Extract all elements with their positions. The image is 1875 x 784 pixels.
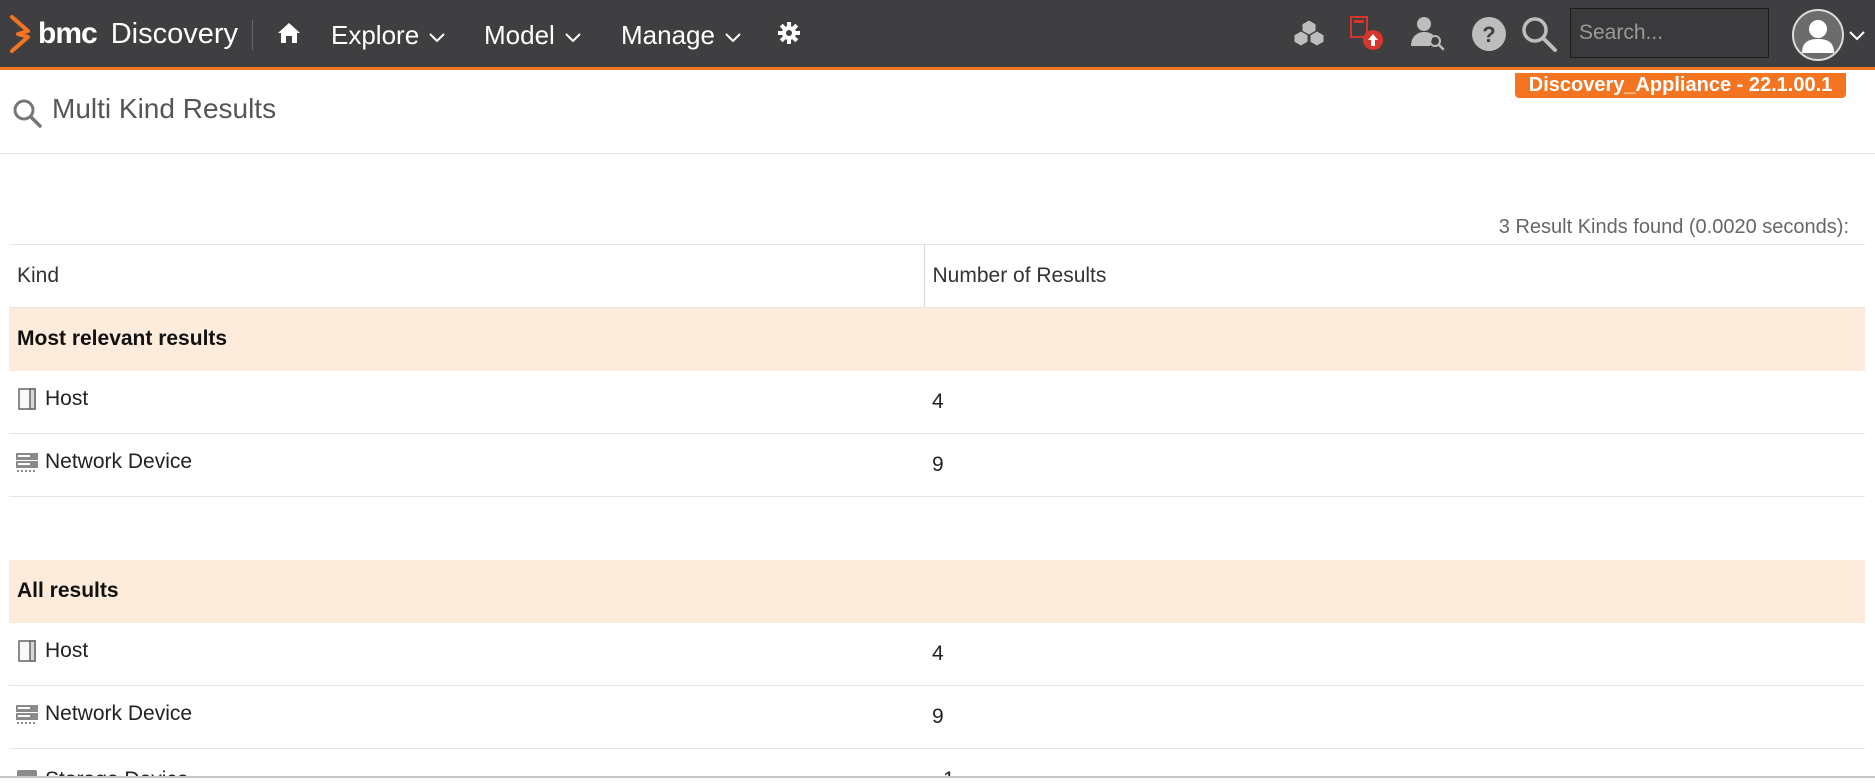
kind-label: Storage Device (45, 768, 189, 776)
nav-explore-label: Explore (331, 19, 420, 50)
search-input[interactable] (1570, 8, 1769, 58)
logo-product-text: Discovery (110, 17, 238, 50)
column-header-kind[interactable]: Kind (9, 244, 925, 308)
kind-link-network-device[interactable]: Network Device (15, 702, 192, 726)
home-icon[interactable] (276, 20, 302, 46)
chevron-down-icon (429, 33, 445, 43)
table-row: Host 4 (9, 370, 1865, 434)
user-avatar[interactable] (1792, 9, 1844, 61)
upload-alert-icon[interactable] (1347, 14, 1385, 52)
page-title: Multi Kind Results (52, 93, 277, 124)
result-summary: 3 Result Kinds found (0.0020 seconds): (1498, 216, 1849, 238)
viewport-bottom-border (0, 776, 1875, 778)
top-navigation-bar: bmc Discovery Explore Model Manage ? Sea… (0, 0, 1875, 70)
group-spacer (9, 497, 1865, 560)
result-count[interactable]: 4 (924, 622, 1865, 686)
nav-manage-label: Manage (621, 19, 715, 50)
search-icon (13, 99, 42, 128)
logo-divider (252, 20, 253, 50)
kind-link-storage-device[interactable]: Storage Device (15, 768, 189, 776)
kind-label: Host (45, 638, 89, 662)
host-icon (18, 640, 36, 662)
kind-label: Host (45, 386, 89, 410)
nav-model-label: Model (484, 19, 555, 50)
kind-label: Network Device (45, 450, 193, 473)
group-row: Most relevant results (9, 307, 1865, 371)
network-device-icon (16, 705, 38, 724)
kind-link-network-device[interactable]: Network Device (15, 450, 192, 474)
group-row: All results (9, 559, 1865, 623)
chevron-down-icon[interactable] (1849, 31, 1865, 41)
appliance-version-badge: Discovery_Appliance - 22.1.00.1 (1515, 73, 1846, 98)
nav-explore-menu[interactable]: Explore (331, 18, 445, 52)
storage-device-icon (17, 770, 37, 776)
search-icon[interactable] (1520, 14, 1558, 52)
svg-text:?: ? (1482, 22, 1495, 47)
bmc-logo-mark-icon (10, 15, 30, 53)
network-device-icon (16, 453, 38, 472)
logo-brand-text: bmc (38, 17, 98, 50)
help-icon[interactable]: ? (1470, 14, 1508, 52)
chevron-down-icon (565, 33, 581, 43)
kind-link-host[interactable]: Host (15, 639, 88, 663)
group-title: Most relevant results (9, 307, 1865, 371)
nav-model-menu[interactable]: Model (484, 18, 581, 52)
result-count[interactable]: 9 (924, 433, 1865, 497)
result-count[interactable]: 9 (924, 685, 1865, 749)
table-header-row: Kind Number of Results (9, 244, 1865, 308)
table-row: Network Device 9 (9, 433, 1865, 497)
kind-link-host[interactable]: Host (15, 387, 88, 411)
column-header-count[interactable]: Number of Results (924, 244, 1865, 308)
cubes-icon[interactable] (1290, 14, 1328, 52)
result-count[interactable]: 4 (924, 370, 1865, 434)
table-row: Storage Device 1 (9, 760, 1865, 776)
nav-manage-menu[interactable]: Manage (621, 18, 741, 52)
user-search-icon[interactable] (1408, 14, 1446, 52)
chevron-down-icon (725, 33, 741, 43)
user-icon (1802, 20, 1834, 53)
group-title: All results (9, 559, 1865, 623)
bmc-discovery-logo[interactable]: bmc Discovery (8, 14, 238, 54)
gear-icon[interactable] (777, 21, 801, 45)
host-icon (18, 388, 36, 410)
table-row: Network Device 9 (9, 685, 1865, 749)
kind-label: Network Device (45, 702, 193, 725)
results-table: Kind Number of Results Most relevant res… (9, 244, 1865, 749)
table-row: Host 4 (9, 622, 1865, 686)
result-count[interactable]: 1 (943, 768, 955, 776)
